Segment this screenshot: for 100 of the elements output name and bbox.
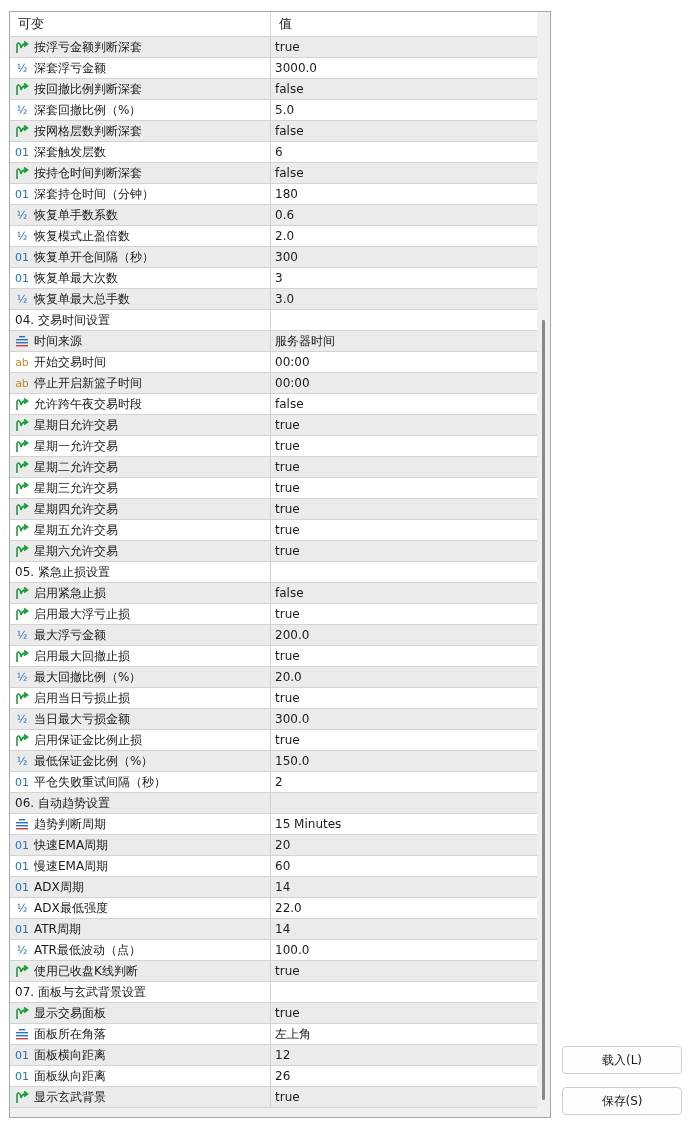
parameter-name: 深套持仓时间（分钟） xyxy=(34,185,154,203)
parameter-value[interactable]: true xyxy=(275,691,300,705)
parameter-value[interactable]: 22.0 xyxy=(275,901,302,915)
parameter-value[interactable]: 15 Minutes xyxy=(275,817,342,831)
parameter-value[interactable]: true xyxy=(275,733,300,747)
arrow-icon xyxy=(15,586,29,600)
type-icon: 01 xyxy=(15,187,29,201)
parameter-value[interactable]: 180 xyxy=(275,187,298,201)
parameter-name: ATR周期 xyxy=(34,920,81,938)
parameter-name: 恢复单最大次数 xyxy=(34,269,118,287)
parameter-value[interactable]: true xyxy=(275,1006,300,1020)
parameter-value[interactable]: 14 xyxy=(275,880,291,894)
parameter-name: 深套浮亏金额 xyxy=(34,59,106,77)
parameter-value[interactable]: true xyxy=(275,1090,300,1104)
parameter-name: 开始交易时间 xyxy=(34,353,106,371)
parameter-value[interactable]: false xyxy=(275,82,304,96)
parameter-name: 恢复单最大总手数 xyxy=(34,290,130,308)
parameter-value[interactable]: 26 xyxy=(275,1069,291,1083)
parameter-name: 按持仓时间判断深套 xyxy=(34,164,142,182)
parameter-name: 平仓失败重试间隔（秒） xyxy=(34,773,166,791)
type-icon: ½ xyxy=(15,229,29,243)
parameter-value[interactable]: 3 xyxy=(275,271,283,285)
parameter-value[interactable]: false xyxy=(275,397,304,411)
parameter-value[interactable]: true xyxy=(275,964,300,978)
parameter-value[interactable]: 2 xyxy=(275,775,283,789)
section-title: 04. 交易时间设置 xyxy=(15,311,110,329)
parameter-value[interactable]: 6 xyxy=(275,145,283,159)
parameter-name: 星期六允许交易 xyxy=(34,542,118,560)
parameter-value[interactable]: true xyxy=(275,502,300,516)
parameter-value[interactable]: 3000.0 xyxy=(275,61,317,75)
list-icon xyxy=(15,818,29,830)
parameter-value[interactable]: 300 xyxy=(275,250,298,264)
parameter-value[interactable]: 200.0 xyxy=(275,628,310,642)
type-icon: 01 xyxy=(15,1048,29,1062)
type-icon: 01 xyxy=(15,250,29,264)
type-icon: 01 xyxy=(15,271,29,285)
save-button[interactable]: 保存(S) xyxy=(562,1087,682,1115)
arrow-icon xyxy=(15,607,29,621)
parameter-value[interactable]: 0.6 xyxy=(275,208,295,222)
parameter-name: 深套回撤比例（%） xyxy=(34,101,142,119)
parameter-value[interactable]: 服务器时间 xyxy=(275,332,335,350)
parameter-value[interactable]: 00:00 xyxy=(275,376,310,390)
parameter-value[interactable]: 3.0 xyxy=(275,292,295,306)
parameter-value[interactable]: false xyxy=(275,124,304,138)
parameter-name: ADX周期 xyxy=(34,878,84,896)
parameter-name: 使用已收盘K线判断 xyxy=(34,962,138,980)
parameter-value[interactable]: 150.0 xyxy=(275,754,310,768)
arrow-icon xyxy=(15,523,29,537)
parameter-value[interactable]: 20.0 xyxy=(275,670,302,684)
parameter-value[interactable]: 100.0 xyxy=(275,943,310,957)
column-header: 值 xyxy=(278,15,293,33)
parameter-value[interactable]: 300.0 xyxy=(275,712,310,726)
parameter-value[interactable]: true xyxy=(275,460,300,474)
parameter-value[interactable]: 60 xyxy=(275,859,291,873)
type-icon: 01 xyxy=(15,880,29,894)
type-icon: ½ xyxy=(15,943,29,957)
scrollbar-thumb[interactable] xyxy=(542,320,545,1100)
type-icon: ½ xyxy=(15,103,29,117)
parameter-value[interactable]: true xyxy=(275,544,300,558)
arrow-icon xyxy=(15,418,29,432)
parameter-value[interactable]: true xyxy=(275,40,300,54)
parameter-name: 恢复单开仓间隔（秒） xyxy=(34,248,154,266)
parameter-value[interactable]: true xyxy=(275,439,300,453)
parameter-value[interactable]: true xyxy=(275,418,300,432)
parameter-name: 启用最大回撤止损 xyxy=(34,647,130,665)
parameter-value[interactable]: 00:00 xyxy=(275,355,310,369)
parameter-value[interactable]: 20 xyxy=(275,838,291,852)
parameter-name: 面板横向距离 xyxy=(34,1046,106,1064)
type-icon: ½ xyxy=(15,628,29,642)
parameter-value[interactable]: 14 xyxy=(275,922,291,936)
arrow-icon xyxy=(15,544,29,558)
parameter-value[interactable]: 2.0 xyxy=(275,229,295,243)
list-icon xyxy=(15,1028,29,1040)
parameter-name: 最大回撤比例（%） xyxy=(34,668,142,686)
parameter-name: 面板纵向距离 xyxy=(34,1067,106,1085)
parameter-name: 恢复模式止盈倍数 xyxy=(34,227,130,245)
parameter-value[interactable]: 左上角 xyxy=(275,1025,311,1043)
section-title: 06. 自动趋势设置 xyxy=(15,794,110,812)
parameter-name: 显示交易面板 xyxy=(34,1004,106,1022)
parameter-value[interactable]: false xyxy=(275,586,304,600)
arrow-icon xyxy=(15,40,29,54)
type-icon: ½ xyxy=(15,712,29,726)
parameter-name: 允许跨午夜交易时段 xyxy=(34,395,142,413)
parameter-value[interactable]: false xyxy=(275,166,304,180)
type-icon: 01 xyxy=(15,1069,29,1083)
load-button[interactable]: 载入(L) xyxy=(562,1046,682,1074)
parameter-name: 最低保证金比例（%） xyxy=(34,752,154,770)
parameter-value[interactable]: true xyxy=(275,481,300,495)
parameter-name: 星期日允许交易 xyxy=(34,416,118,434)
parameter-name: 趋势判断周期 xyxy=(34,815,106,833)
parameter-value[interactable]: 12 xyxy=(275,1048,291,1062)
parameter-value[interactable]: true xyxy=(275,607,300,621)
parameter-value[interactable]: true xyxy=(275,649,300,663)
parameter-name: 最大浮亏金额 xyxy=(34,626,106,644)
parameter-value[interactable]: true xyxy=(275,523,300,537)
arrow-icon xyxy=(15,1006,29,1020)
arrow-icon xyxy=(15,439,29,453)
arrow-icon xyxy=(15,649,29,663)
parameter-value[interactable]: 5.0 xyxy=(275,103,295,117)
type-icon: ab xyxy=(15,376,29,390)
